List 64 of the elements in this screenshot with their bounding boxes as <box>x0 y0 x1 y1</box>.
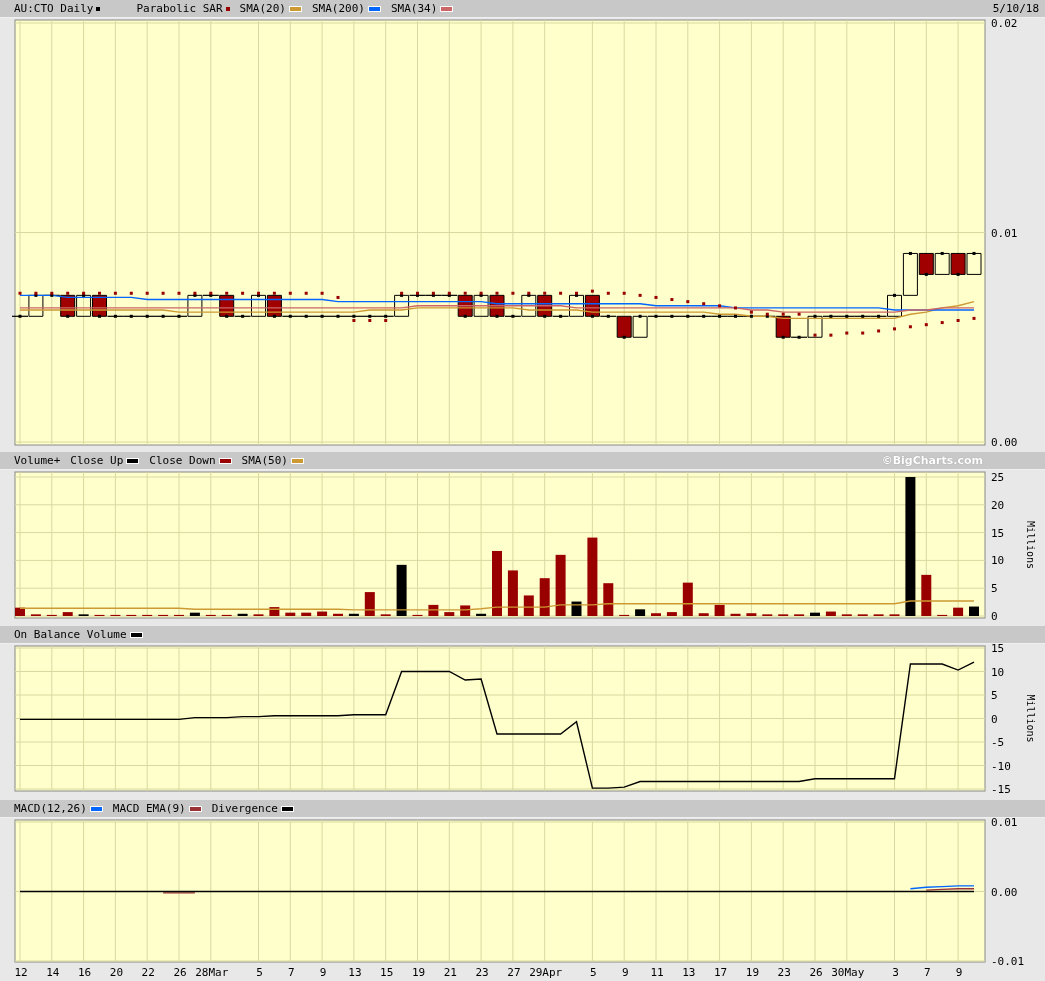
legend-title: Volume+ <box>14 454 61 467</box>
y-axis-label: 0.00 <box>991 885 1018 899</box>
x-axis-label: 12 <box>14 966 28 979</box>
x-axis-label: 22 <box>141 966 155 979</box>
chart-date: 5/10/18 <box>992 2 1039 15</box>
x-axis-label: 9 <box>955 966 963 979</box>
y-axis-label: 15 <box>991 644 1005 655</box>
y-axis-label: 15 <box>991 526 1005 540</box>
x-axis-label: 28Mar <box>195 966 229 979</box>
y-axis-label: 0.01 <box>991 226 1018 240</box>
y-axis-label: -0.01 <box>991 955 1025 968</box>
y-axis-label: 10 <box>991 665 1005 679</box>
y-axis-label: 0.01 <box>991 818 1018 829</box>
x-axis-label: 13 <box>348 966 362 979</box>
x-axis-label: 19 <box>411 966 426 979</box>
x-axis-label: 21 <box>443 966 457 979</box>
x-axis-label: 17 <box>713 966 728 979</box>
y-axis-label: 5 <box>991 582 998 596</box>
legend-label: Parabolic SAR <box>136 2 223 15</box>
y-axis-label: -5 <box>991 736 1005 749</box>
legend-label: MACD EMA(9) <box>112 802 186 815</box>
x-axis-label: 30May <box>831 966 865 979</box>
y-axis-label: -10 <box>991 759 1011 773</box>
axis-title: Millions <box>1025 520 1036 570</box>
legend-label: Close Down <box>149 454 216 467</box>
x-axis-label: 20 <box>109 966 124 979</box>
y-axis-label: 20 <box>991 498 1005 512</box>
legend-label: Close Up <box>70 454 124 467</box>
x-axis-label: 11 <box>650 966 664 979</box>
legend-label: Divergence <box>211 802 278 815</box>
y-axis-label: 0 <box>991 712 998 726</box>
x-axis-label: 7 <box>924 966 931 979</box>
y-axis-label: 0.02 <box>991 18 1018 30</box>
x-axis-label: 3 <box>892 966 899 979</box>
x-axis-label: 26 <box>173 966 187 979</box>
legend-label: AU:CTO Daily <box>14 2 94 15</box>
legend-label: SMA(20) <box>239 2 286 15</box>
y-axis-label: 0 <box>991 610 998 622</box>
x-axis-label: 26 <box>809 966 823 979</box>
x-axis-label: 27 <box>507 966 521 979</box>
x-axis-label: 5 <box>590 966 597 979</box>
legend-label: MACD(12,26) <box>14 802 87 815</box>
x-axis-label: 15 <box>380 966 394 979</box>
x-axis-label: 14 <box>46 966 60 979</box>
x-axis-label: 23 <box>475 966 489 979</box>
legend-label: On Balance Volume <box>14 628 127 641</box>
x-axis-label: 7 <box>288 966 295 979</box>
y-axis-label: 10 <box>991 554 1005 568</box>
legend-label: SMA(34) <box>390 2 438 15</box>
x-axis-label: 29Apr <box>529 966 563 979</box>
legend-label: SMA(50) <box>241 454 288 467</box>
y-axis-label: -15 <box>991 783 1011 796</box>
x-axis-label: 9 <box>319 966 327 979</box>
x-axis-label: 23 <box>777 966 791 979</box>
x-axis-label: 5 <box>256 966 263 979</box>
legend-label: SMA(200) <box>311 2 365 15</box>
y-axis-label: 0.00 <box>991 436 1018 449</box>
axis-title: Millions <box>1025 694 1036 743</box>
y-axis-label: 25 <box>991 471 1005 484</box>
x-axis-label: 9 <box>621 966 629 979</box>
x-axis-label: 13 <box>682 966 696 979</box>
x-axis-label: 19 <box>745 966 760 979</box>
x-axis-label: 16 <box>77 966 92 979</box>
y-axis-label: 5 <box>991 689 998 702</box>
